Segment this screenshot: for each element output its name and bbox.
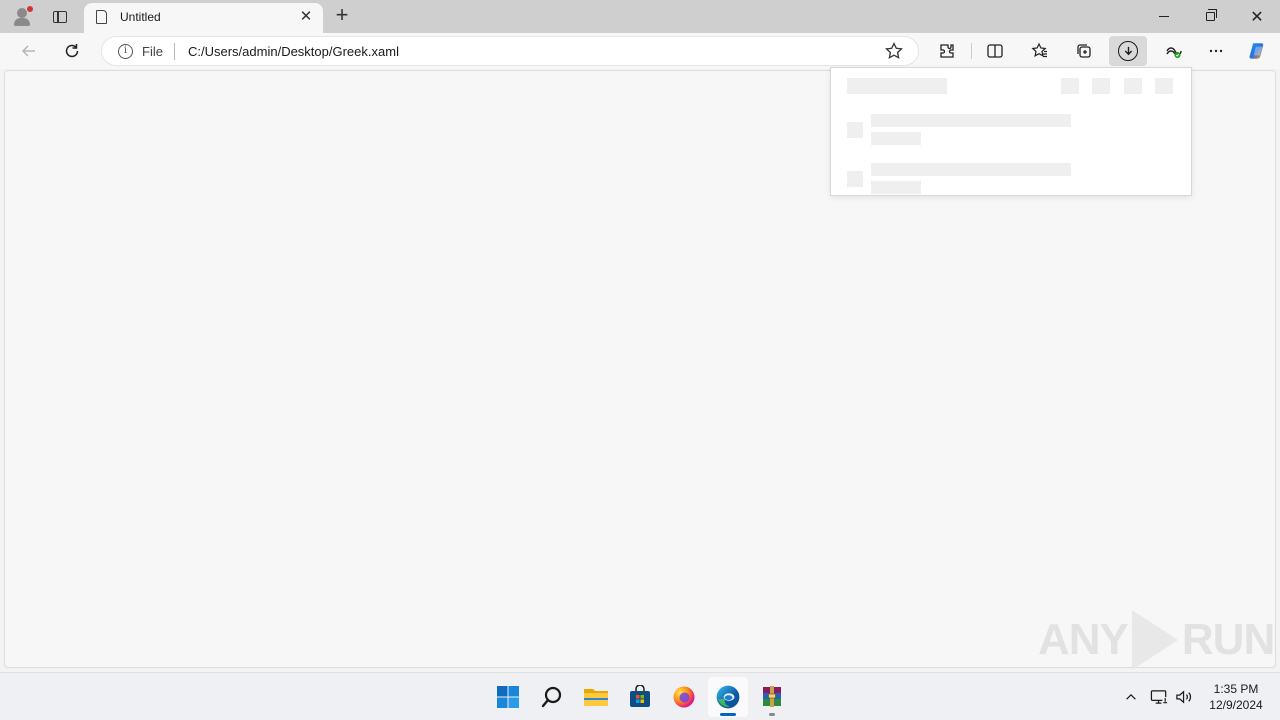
download-item-name-placeholder (871, 163, 1071, 176)
firefox-icon (673, 686, 695, 708)
downloads-icon (1118, 41, 1138, 61)
edge-icon (716, 685, 740, 709)
taskbar: 1:35 PM 12/9/2024 (0, 672, 1280, 720)
close-tab-icon[interactable]: ✕ (297, 8, 315, 26)
collections-button[interactable] (1069, 36, 1099, 66)
store-icon (630, 685, 650, 707)
folder-icon (584, 689, 608, 706)
download-item-icon-placeholder (847, 122, 863, 138)
clock-date: 12/9/2024 (1209, 698, 1263, 712)
back-button[interactable] (14, 36, 44, 66)
address-bar[interactable]: i File C:/Users/admin/Desktop/Greek.xaml (101, 36, 919, 66)
new-tab-button[interactable]: + (331, 4, 353, 27)
back-arrow-icon (21, 45, 35, 57)
flyout-title-placeholder (847, 78, 947, 94)
network-button[interactable] (1150, 673, 1169, 720)
chevron-up-icon (1126, 693, 1136, 700)
performance-button[interactable] (1158, 36, 1188, 66)
refresh-icon (65, 44, 79, 58)
speaker-icon (1176, 690, 1192, 704)
edge-button[interactable] (708, 677, 748, 717)
copilot-icon (1249, 43, 1264, 59)
download-item-status-placeholder (871, 132, 921, 145)
watermark-text-left: ANY (1038, 615, 1129, 664)
downloads-button[interactable] (1109, 36, 1147, 66)
show-hidden-icons-button[interactable] (1124, 673, 1138, 720)
flyout-action-placeholder (1124, 78, 1142, 94)
start-button[interactable] (488, 677, 528, 717)
split-screen-button[interactable] (980, 36, 1010, 66)
network-icon (1150, 690, 1169, 704)
download-item-name-placeholder (871, 114, 1071, 127)
more-options-button[interactable] (1201, 36, 1231, 66)
browser-tab[interactable]: Untitled ✕ (84, 3, 323, 33)
toolbar-divider (971, 43, 972, 59)
clock[interactable]: 1:35 PM 12/9/2024 (1200, 681, 1272, 713)
flyout-action-placeholder (1061, 78, 1079, 94)
store-button[interactable] (620, 677, 660, 717)
clock-time: 1:35 PM (1213, 682, 1259, 696)
flyout-action-placeholder (1092, 78, 1110, 94)
firefox-button[interactable] (664, 677, 704, 717)
flyout-action-placeholder (1155, 78, 1173, 94)
restore-button[interactable] (1187, 0, 1233, 33)
running-app-indicator (769, 713, 775, 716)
volume-button[interactable] (1175, 673, 1194, 720)
play-icon (1131, 610, 1178, 670)
download-item-icon-placeholder (847, 171, 863, 187)
scheme-label: File (142, 44, 163, 59)
collections-icon (1077, 44, 1091, 58)
url-text[interactable]: C:/Users/admin/Desktop/Greek.xaml (188, 44, 399, 59)
extensions-icon (940, 44, 954, 58)
info-icon[interactable]: i (118, 44, 133, 59)
tab-title: Untitled (120, 10, 161, 24)
watermark-text-right: RUN (1181, 615, 1275, 664)
windows-logo-icon (497, 686, 519, 708)
downloads-flyout (830, 67, 1192, 196)
copilot-button[interactable] (1243, 36, 1273, 66)
address-separator (174, 43, 175, 60)
performance-icon (1166, 47, 1182, 58)
close-window-button[interactable]: ✕ (1234, 0, 1280, 33)
page-icon (96, 10, 107, 24)
active-app-indicator (720, 713, 736, 716)
search-icon (541, 686, 562, 708)
star-icon[interactable] (884, 41, 904, 61)
profile-icon[interactable] (10, 5, 34, 29)
favorites-button[interactable] (1025, 36, 1055, 66)
file-explorer-button[interactable] (576, 677, 616, 717)
split-screen-icon (987, 44, 1003, 58)
tab-actions-icon[interactable] (48, 5, 72, 29)
refresh-button[interactable] (57, 36, 87, 66)
minimize-button[interactable] (1141, 0, 1187, 33)
favorites-icon (1031, 42, 1047, 58)
winrar-button[interactable] (752, 677, 792, 717)
more-icon (1209, 49, 1223, 53)
anyrun-watermark: ANY RUN (1038, 610, 1275, 670)
search-button[interactable] (532, 677, 572, 717)
winrar-icon (763, 686, 781, 707)
tab-strip: Untitled ✕ + ✕ (0, 0, 1280, 33)
browser-toolbar: i File C:/Users/admin/Desktop/Greek.xaml (0, 33, 1280, 69)
extensions-button[interactable] (932, 36, 962, 66)
download-item-status-placeholder (871, 181, 921, 194)
